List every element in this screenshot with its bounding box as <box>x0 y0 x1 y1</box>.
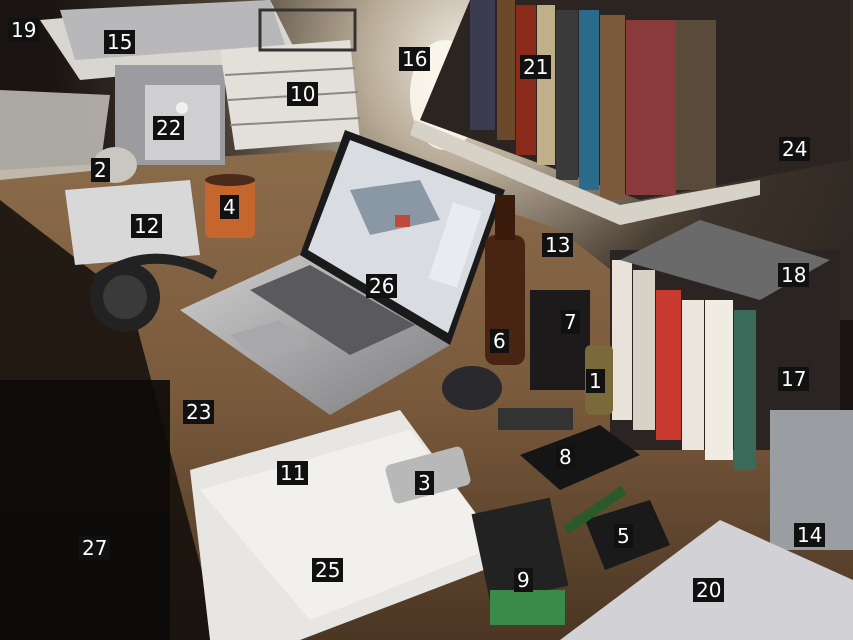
label-17: 17 <box>778 367 810 391</box>
floor-shadow <box>0 380 170 640</box>
label-8: 8 <box>556 445 575 469</box>
label-20: 20 <box>693 578 725 602</box>
label-10: 10 <box>287 82 319 106</box>
label-26: 26 <box>366 274 398 298</box>
label-11: 11 <box>277 461 309 485</box>
label-7: 7 <box>561 310 580 334</box>
desk-scene-photo <box>0 0 853 640</box>
usb-stick <box>498 408 573 430</box>
mouse <box>442 366 502 410</box>
apple-logo-icon <box>176 102 188 114</box>
dark-box <box>530 290 590 390</box>
label-2: 2 <box>91 158 110 182</box>
label-27: 27 <box>79 536 111 560</box>
label-25: 25 <box>312 558 344 582</box>
label-9: 9 <box>514 568 533 592</box>
label-22: 22 <box>153 116 185 140</box>
label-21: 21 <box>520 55 552 79</box>
label-6: 6 <box>490 329 509 353</box>
label-13: 13 <box>542 233 574 257</box>
label-1: 1 <box>586 369 605 393</box>
label-3: 3 <box>415 471 434 495</box>
label-23: 23 <box>183 400 215 424</box>
label-5: 5 <box>614 524 633 548</box>
label-19: 19 <box>8 18 40 42</box>
label-24: 24 <box>779 137 811 161</box>
label-16: 16 <box>399 47 431 71</box>
label-4: 4 <box>220 195 239 219</box>
label-14: 14 <box>794 523 826 547</box>
label-12: 12 <box>131 214 163 238</box>
label-15: 15 <box>104 30 136 54</box>
label-18: 18 <box>778 263 810 287</box>
circuit-board <box>490 590 565 625</box>
